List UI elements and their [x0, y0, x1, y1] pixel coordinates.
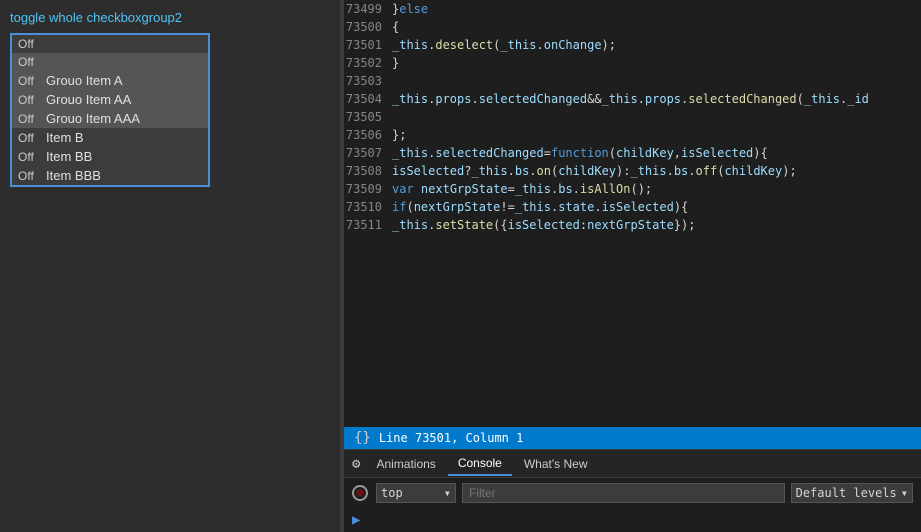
checkbox-item-aa-label: Grouo Item AA	[46, 92, 131, 107]
list-item[interactable]: Off	[12, 35, 208, 53]
checkbox-status: Off	[18, 131, 46, 145]
checkbox-status: Off	[18, 150, 46, 164]
devtools-panel: ⚙ Animations Console What's New ⊘ top ▾ …	[344, 449, 921, 532]
line-content: _this.deselect(_this.onChange);	[392, 36, 616, 54]
code-line: 73508 isSelected?_this.bs.on(childKey):_…	[344, 162, 921, 180]
code-line: 73500 {	[344, 18, 921, 36]
tab-animations[interactable]: Animations	[366, 453, 445, 475]
log-levels-arrow: ▾	[901, 486, 908, 500]
line-number: 73505	[344, 108, 392, 126]
console-filter-group: top ▾ Default levels ▾	[376, 483, 913, 503]
console-filter-input[interactable]	[462, 483, 785, 503]
checkbox-item-aaa-label: Grouo Item AAA	[46, 111, 140, 126]
code-line: 73503	[344, 72, 921, 90]
line-content: _this.props.selectedChanged&&_this.props…	[392, 90, 869, 108]
line-number: 73500	[344, 18, 392, 36]
list-item[interactable]: Off Grouo Item AAA	[12, 109, 208, 128]
code-line: 73502 }	[344, 54, 921, 72]
line-content: }else	[392, 0, 428, 18]
settings-icon[interactable]: ⚙	[352, 456, 360, 472]
devtools-tabs: ⚙ Animations Console What's New	[344, 450, 921, 478]
context-select[interactable]: top ▾	[376, 483, 456, 503]
checkbox-status: Off	[18, 169, 46, 183]
line-number: 73510	[344, 198, 392, 216]
checkbox-group-container: Off Off Off Grouo Item A Off Grouo Item …	[10, 33, 210, 187]
tab-whats-new[interactable]: What's New	[514, 453, 598, 475]
line-number: 73502	[344, 54, 392, 72]
checkbox-status: Off	[18, 55, 46, 69]
log-levels-label: Default levels	[796, 486, 897, 500]
code-line: 73505	[344, 108, 921, 126]
line-number: 73508	[344, 162, 392, 180]
line-content: _this.selectedChanged=function(childKey,…	[392, 144, 768, 162]
line-content: }	[392, 54, 399, 72]
clear-console-button[interactable]: ⊘	[352, 485, 368, 501]
line-number: 73509	[344, 180, 392, 198]
code-line: 73509 var nextGrpState=_this.bs.isAllOn(…	[344, 180, 921, 198]
line-content: isSelected?_this.bs.on(childKey):_this.b…	[392, 162, 797, 180]
checkbox-item-b-label: Item B	[46, 130, 84, 145]
list-item[interactable]: Off Grouo Item AA	[12, 90, 208, 109]
code-line: 73506 };	[344, 126, 921, 144]
checkbox-status: Off	[18, 37, 46, 51]
line-number: 73503	[344, 72, 392, 90]
console-toolbar: ⊘ top ▾ Default levels ▾	[344, 478, 921, 508]
list-item[interactable]: Off Item B	[12, 128, 208, 147]
checkbox-item-bb-label: Item BB	[46, 149, 92, 164]
checkbox-status: Off	[18, 112, 46, 126]
console-input-area: ▶	[344, 508, 921, 532]
console-prompt-icon: ▶	[352, 512, 360, 528]
checkbox-status: Off	[18, 74, 46, 88]
toggle-checkbox-group-label[interactable]: toggle whole checkboxgroup2	[10, 10, 330, 25]
code-line: 73507 _this.selectedChanged=function(chi…	[344, 144, 921, 162]
line-number: 73506	[344, 126, 392, 144]
line-content: var nextGrpState=_this.bs.isAllOn();	[392, 180, 652, 198]
line-number: 73501	[344, 36, 392, 54]
code-line: 73499 }else	[344, 0, 921, 18]
line-content: if(nextGrpState!=_this.state.isSelected)…	[392, 198, 688, 216]
right-panel: 73499 }else 73500 { 73501 _this.deselect…	[344, 0, 921, 532]
code-line: 73501 _this.deselect(_this.onChange);	[344, 36, 921, 54]
left-panel: toggle whole checkboxgroup2 Off Off Off …	[0, 0, 340, 532]
line-content: _this.setState({isSelected:nextGrpState}…	[392, 216, 695, 234]
checkbox-status: Off	[18, 93, 46, 107]
code-line: 73504 _this.props.selectedChanged&&_this…	[344, 90, 921, 108]
list-item[interactable]: Off Item BBB	[12, 166, 208, 185]
line-content: };	[392, 126, 406, 144]
code-line: 73510 if(nextGrpState!=_this.state.isSel…	[344, 198, 921, 216]
log-levels-select[interactable]: Default levels ▾	[791, 483, 913, 503]
list-item[interactable]: Off Item BB	[12, 147, 208, 166]
tab-console[interactable]: Console	[448, 452, 512, 476]
list-item[interactable]: Off	[12, 53, 208, 71]
line-content: {	[392, 18, 399, 36]
code-lines-container: 73499 }else 73500 { 73501 _this.deselect…	[344, 0, 921, 427]
checkbox-item-a-label: Grouo Item A	[46, 73, 123, 88]
code-line: 73511 _this.setState({isSelected:nextGrp…	[344, 216, 921, 234]
status-text: Line 73501, Column 1	[379, 431, 524, 445]
list-item[interactable]: Off Grouo Item A	[12, 71, 208, 90]
line-number: 73504	[344, 90, 392, 108]
line-number: 73507	[344, 144, 392, 162]
bracket-icon: {}	[354, 430, 371, 446]
context-select-arrow: ▾	[444, 486, 451, 500]
status-bar: {} Line 73501, Column 1	[344, 427, 921, 449]
checkbox-item-bbb-label: Item BBB	[46, 168, 101, 183]
line-number: 73511	[344, 216, 392, 234]
code-editor: 73499 }else 73500 { 73501 _this.deselect…	[344, 0, 921, 427]
context-select-value: top	[381, 486, 403, 500]
line-number: 73499	[344, 0, 392, 18]
